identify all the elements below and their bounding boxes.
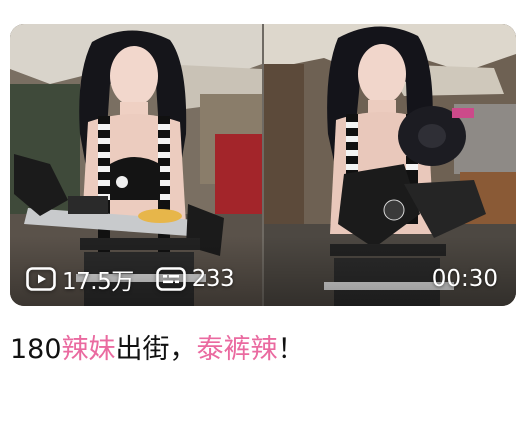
title-part: 180 [10,334,62,365]
play-icon [26,267,56,291]
video-title[interactable]: 180辣妹出街，泰裤辣！ [10,330,520,370]
video-duration: 00:30 [431,266,498,292]
title-keyword: 辣妹 [61,334,116,365]
comment-count: 233 [155,266,235,292]
title-part: ！ [277,334,305,365]
comment-count-text: 233 [191,266,235,292]
video-thumbnail[interactable]: 17.5万 233 00:30 [10,24,516,306]
view-count-text: 17.5万 [62,269,134,295]
video-card[interactable]: 17.5万 233 00:30 [10,24,516,306]
title-part: 出街， [115,334,197,365]
danmaku-icon [155,267,186,291]
title-keyword: 泰裤辣 [196,334,278,365]
view-count: 17.5万 [26,262,134,296]
video-stats: 17.5万 233 [26,262,256,296]
